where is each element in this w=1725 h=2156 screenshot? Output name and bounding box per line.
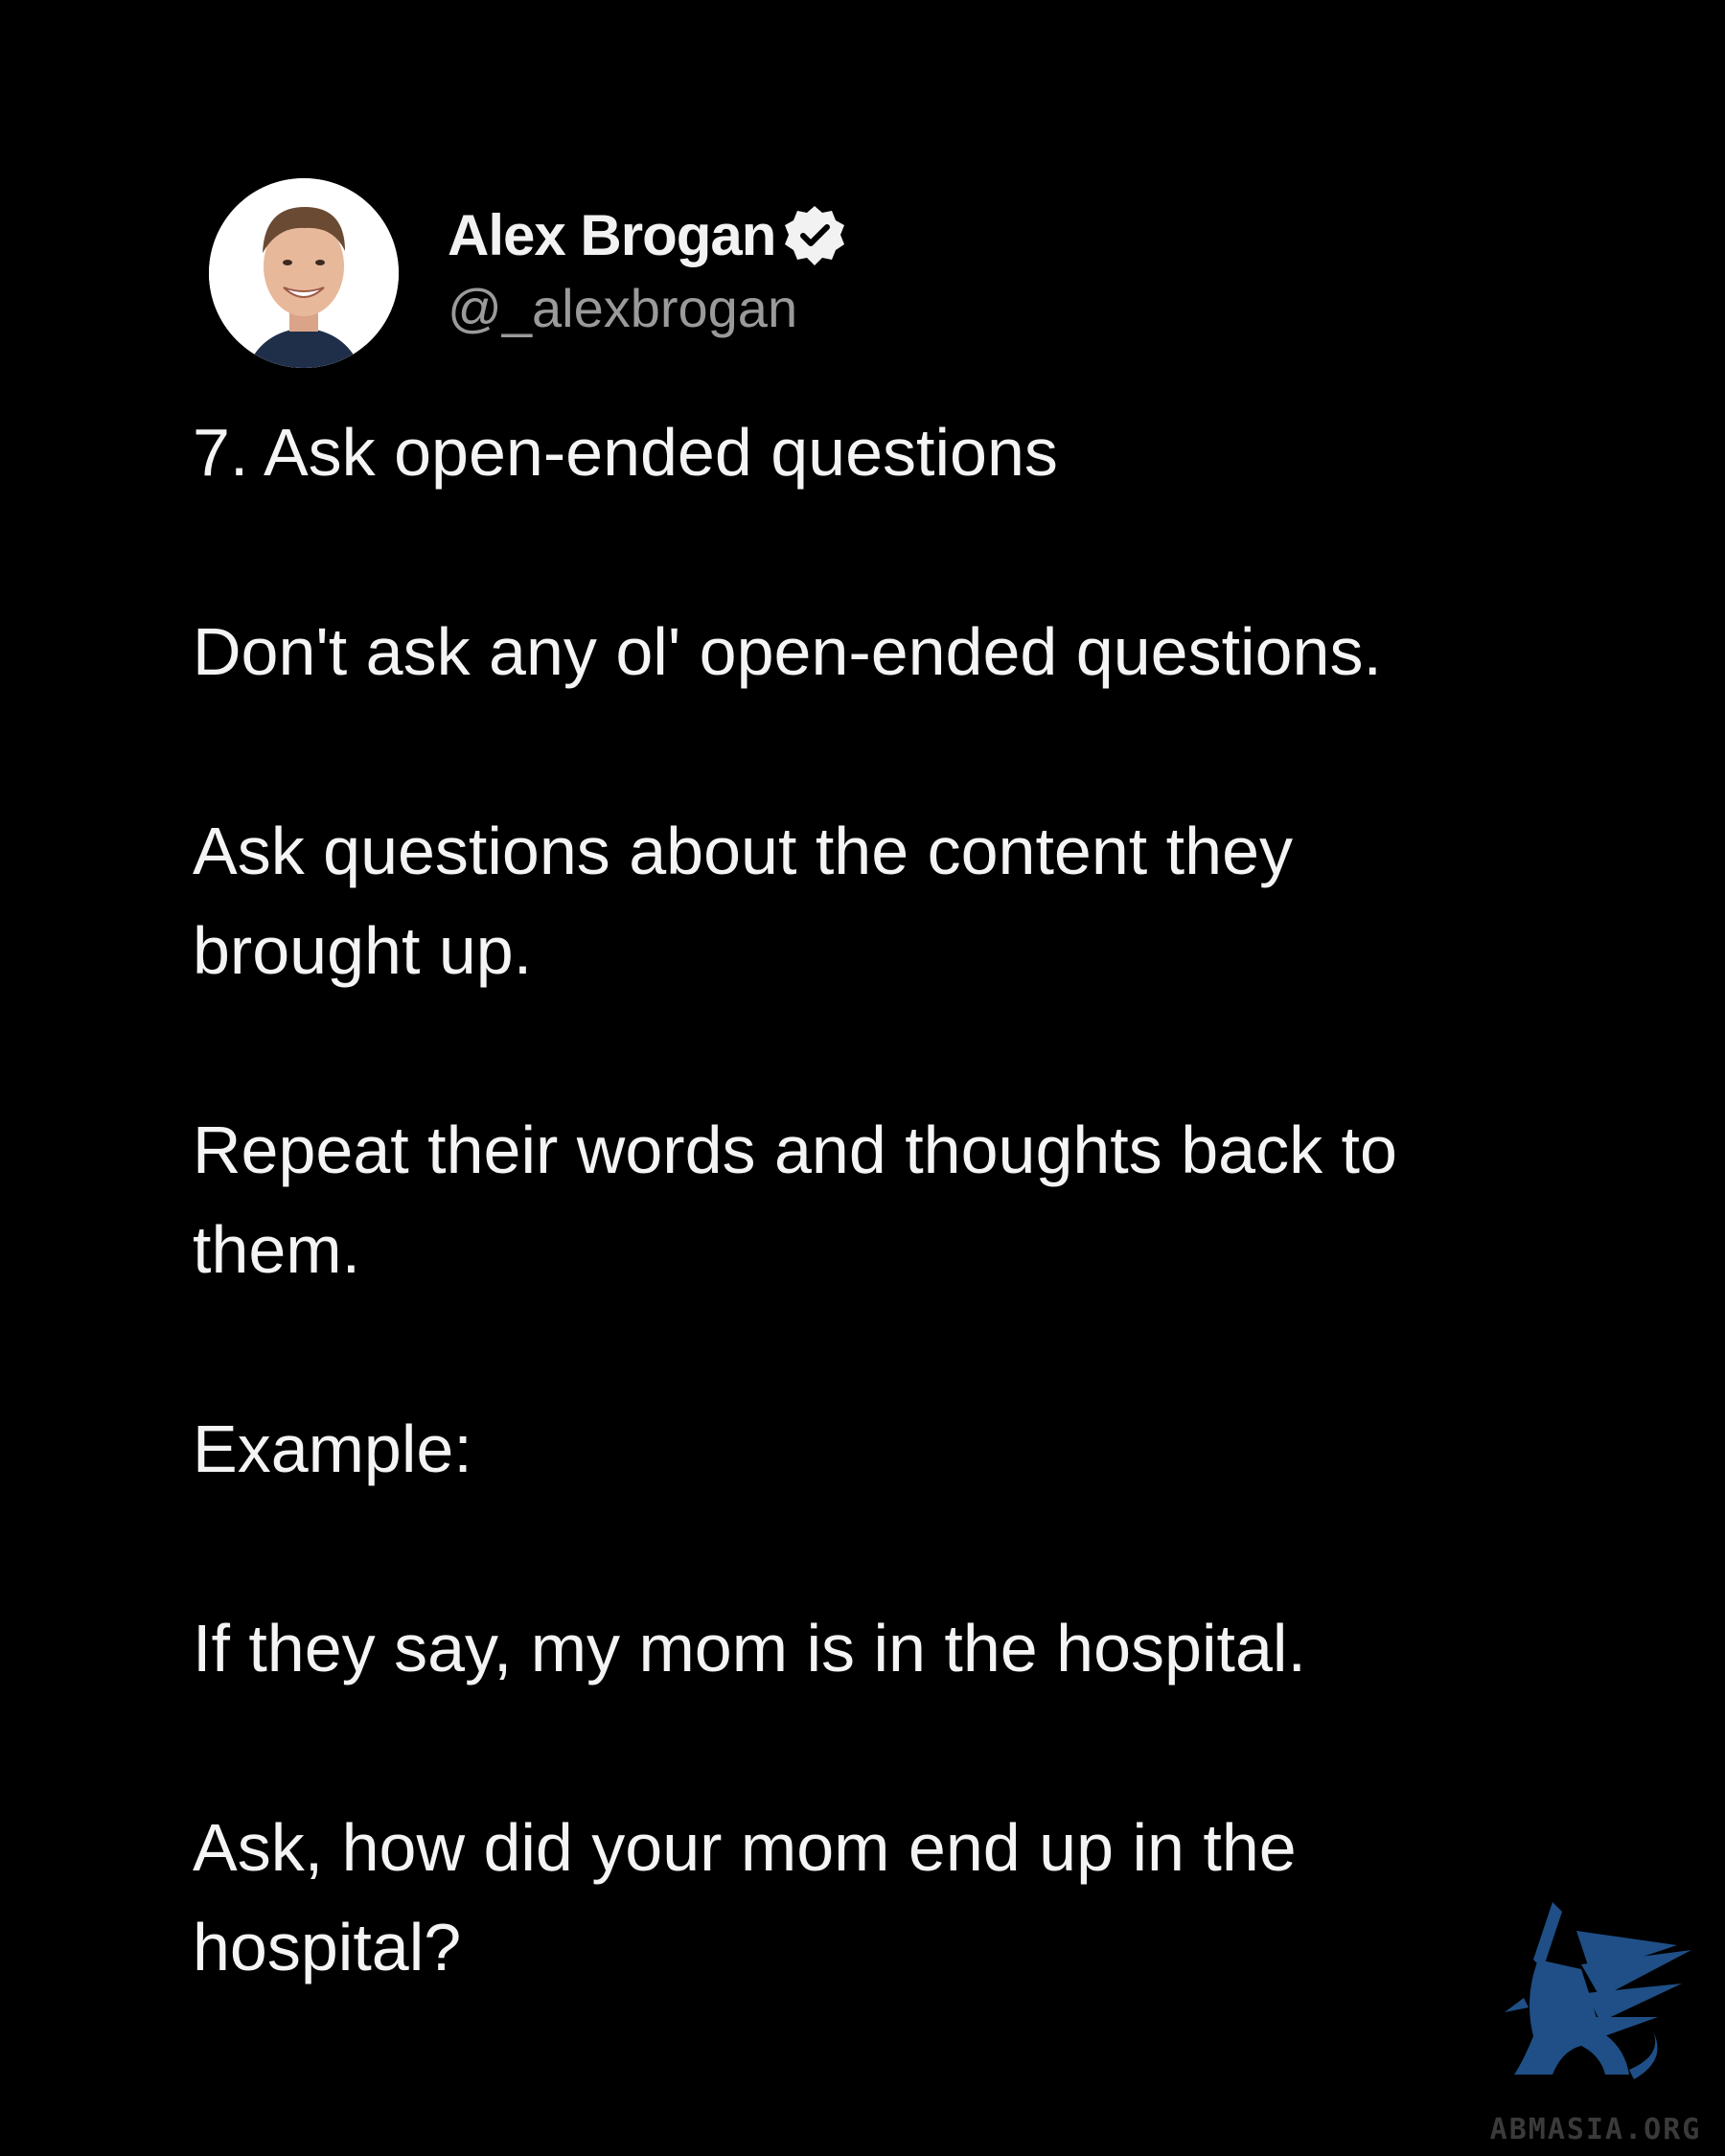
author-handle[interactable]: @_alexbrogan bbox=[448, 276, 797, 340]
author-name-row: Alex Brogan bbox=[448, 197, 848, 274]
post-header: Alex Brogan @_alexbrogan bbox=[209, 178, 1359, 370]
post-body: 7. Ask open-ended questions Don't ask an… bbox=[193, 402, 1515, 1997]
post-paragraph: Ask, how did your mom end up in the hosp… bbox=[193, 1810, 1297, 1984]
avatar-photo bbox=[209, 178, 399, 368]
avatar[interactable] bbox=[209, 178, 399, 368]
verified-badge-icon bbox=[785, 206, 845, 265]
post-paragraph: Example: bbox=[193, 1411, 472, 1486]
griffin-logo bbox=[1505, 1902, 1691, 2079]
post-heading: 7. Ask open-ended questions bbox=[193, 415, 1058, 490]
post-paragraph: Ask questions about the content they bro… bbox=[193, 814, 1293, 988]
watermark: ABMASIA.ORG bbox=[1466, 1892, 1725, 2156]
post-paragraph: Repeat their words and thoughts back to … bbox=[193, 1112, 1397, 1287]
author-name[interactable]: Alex Brogan bbox=[448, 207, 776, 264]
post-paragraph: Don't ask any ol' open-ended questions. bbox=[193, 614, 1382, 689]
post-paragraph: If they say, my mom is in the hospital. bbox=[193, 1611, 1306, 1686]
watermark-text: ABMASIA.ORG bbox=[1489, 2113, 1702, 2146]
